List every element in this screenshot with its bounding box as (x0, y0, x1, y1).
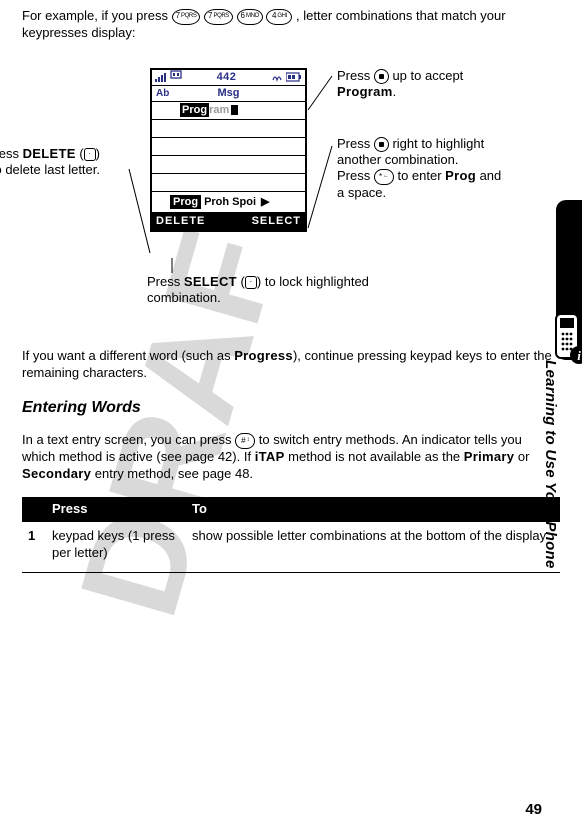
col-to-header: To (186, 497, 560, 522)
row-to: show possible letter combinations at the… (186, 522, 560, 572)
signal-icon (155, 72, 167, 82)
section-title-vertical: Learning to Use Your Phone (541, 360, 561, 569)
star-key-icon: *← (374, 169, 394, 185)
more-right-icon: ▶ (261, 195, 269, 209)
key-7-1: 7PQRS (172, 9, 201, 25)
callout-select: Press SELECT (·) to lock highlighted com… (147, 274, 377, 307)
heading-entering-words: Entering Words (22, 398, 560, 419)
cursor-icon (231, 105, 238, 115)
key-4: 4GHI (266, 9, 292, 25)
blank-line-1 (152, 120, 305, 138)
softkey-bar: DELETE SELECT (152, 212, 305, 230)
suggestion-highlight: Prog (170, 195, 201, 209)
battery-icon (286, 72, 302, 82)
col-press-header: Press (46, 497, 186, 522)
phone-device-icon: i (546, 310, 582, 366)
figure: 442 Ab Msg Program (22, 68, 560, 328)
status-bar: 442 (152, 70, 305, 86)
data-icon (170, 70, 182, 84)
para-different-word: If you want a different word (such as Pr… (22, 348, 560, 382)
screen-title-row: Ab Msg (152, 86, 305, 102)
vibrate-icon (271, 72, 283, 82)
blank-line-4 (152, 174, 305, 192)
screen-title: Msg (218, 86, 240, 100)
table-header: Press To (22, 497, 560, 522)
intro-prefix: For example, if you press (22, 8, 172, 23)
table-row: 1 keypad keys (1 press per letter) show … (22, 522, 560, 572)
page-number: 49 (525, 800, 542, 820)
mode-indicator: Ab (156, 87, 169, 100)
instruction-table: Press To 1 keypad keys (1 press per lett… (22, 497, 560, 573)
hash-key-icon: #↕ (235, 433, 255, 449)
typed-line: Program (152, 102, 305, 120)
phone-screen: 442 Ab Msg Program (150, 68, 307, 232)
section-tab: i (556, 200, 582, 360)
left-softkey-icon: · (84, 148, 96, 161)
typed-locked: Prog (180, 103, 209, 117)
callout-delete: Press DELETE (·) to delete last letter. (0, 146, 100, 179)
callout-accept: Press up to accept Program. (337, 68, 507, 101)
status-number: 442 (217, 70, 237, 84)
row-press: keypad keys (1 press per letter) (46, 522, 186, 572)
key-7-2: 7PQRS (204, 9, 233, 25)
suggestion-rest: Proh Spoi (201, 195, 259, 209)
right-softkey-icon: · (245, 276, 257, 289)
para-entry-methods: In a text entry screen, you can press #↕… (22, 432, 560, 483)
softkey-right: SELECT (252, 214, 301, 228)
dpad-icon (374, 69, 389, 84)
key-6: 6MNO (237, 9, 263, 25)
svg-text:i: i (577, 348, 581, 363)
row-number: 1 (22, 522, 46, 572)
softkey-left: DELETE (156, 214, 205, 228)
intro-paragraph: For example, if you press 7PQRS 7PQRS 6M… (22, 8, 560, 42)
dpad-icon-2 (374, 137, 389, 152)
suggestion-row: Prog Proh Spoi ▶ (152, 192, 305, 212)
blank-line-2 (152, 138, 305, 156)
callout-highlight-enter: Press right to highlight another combina… (337, 136, 507, 201)
typed-suggested: ram (209, 103, 229, 117)
blank-line-3 (152, 156, 305, 174)
